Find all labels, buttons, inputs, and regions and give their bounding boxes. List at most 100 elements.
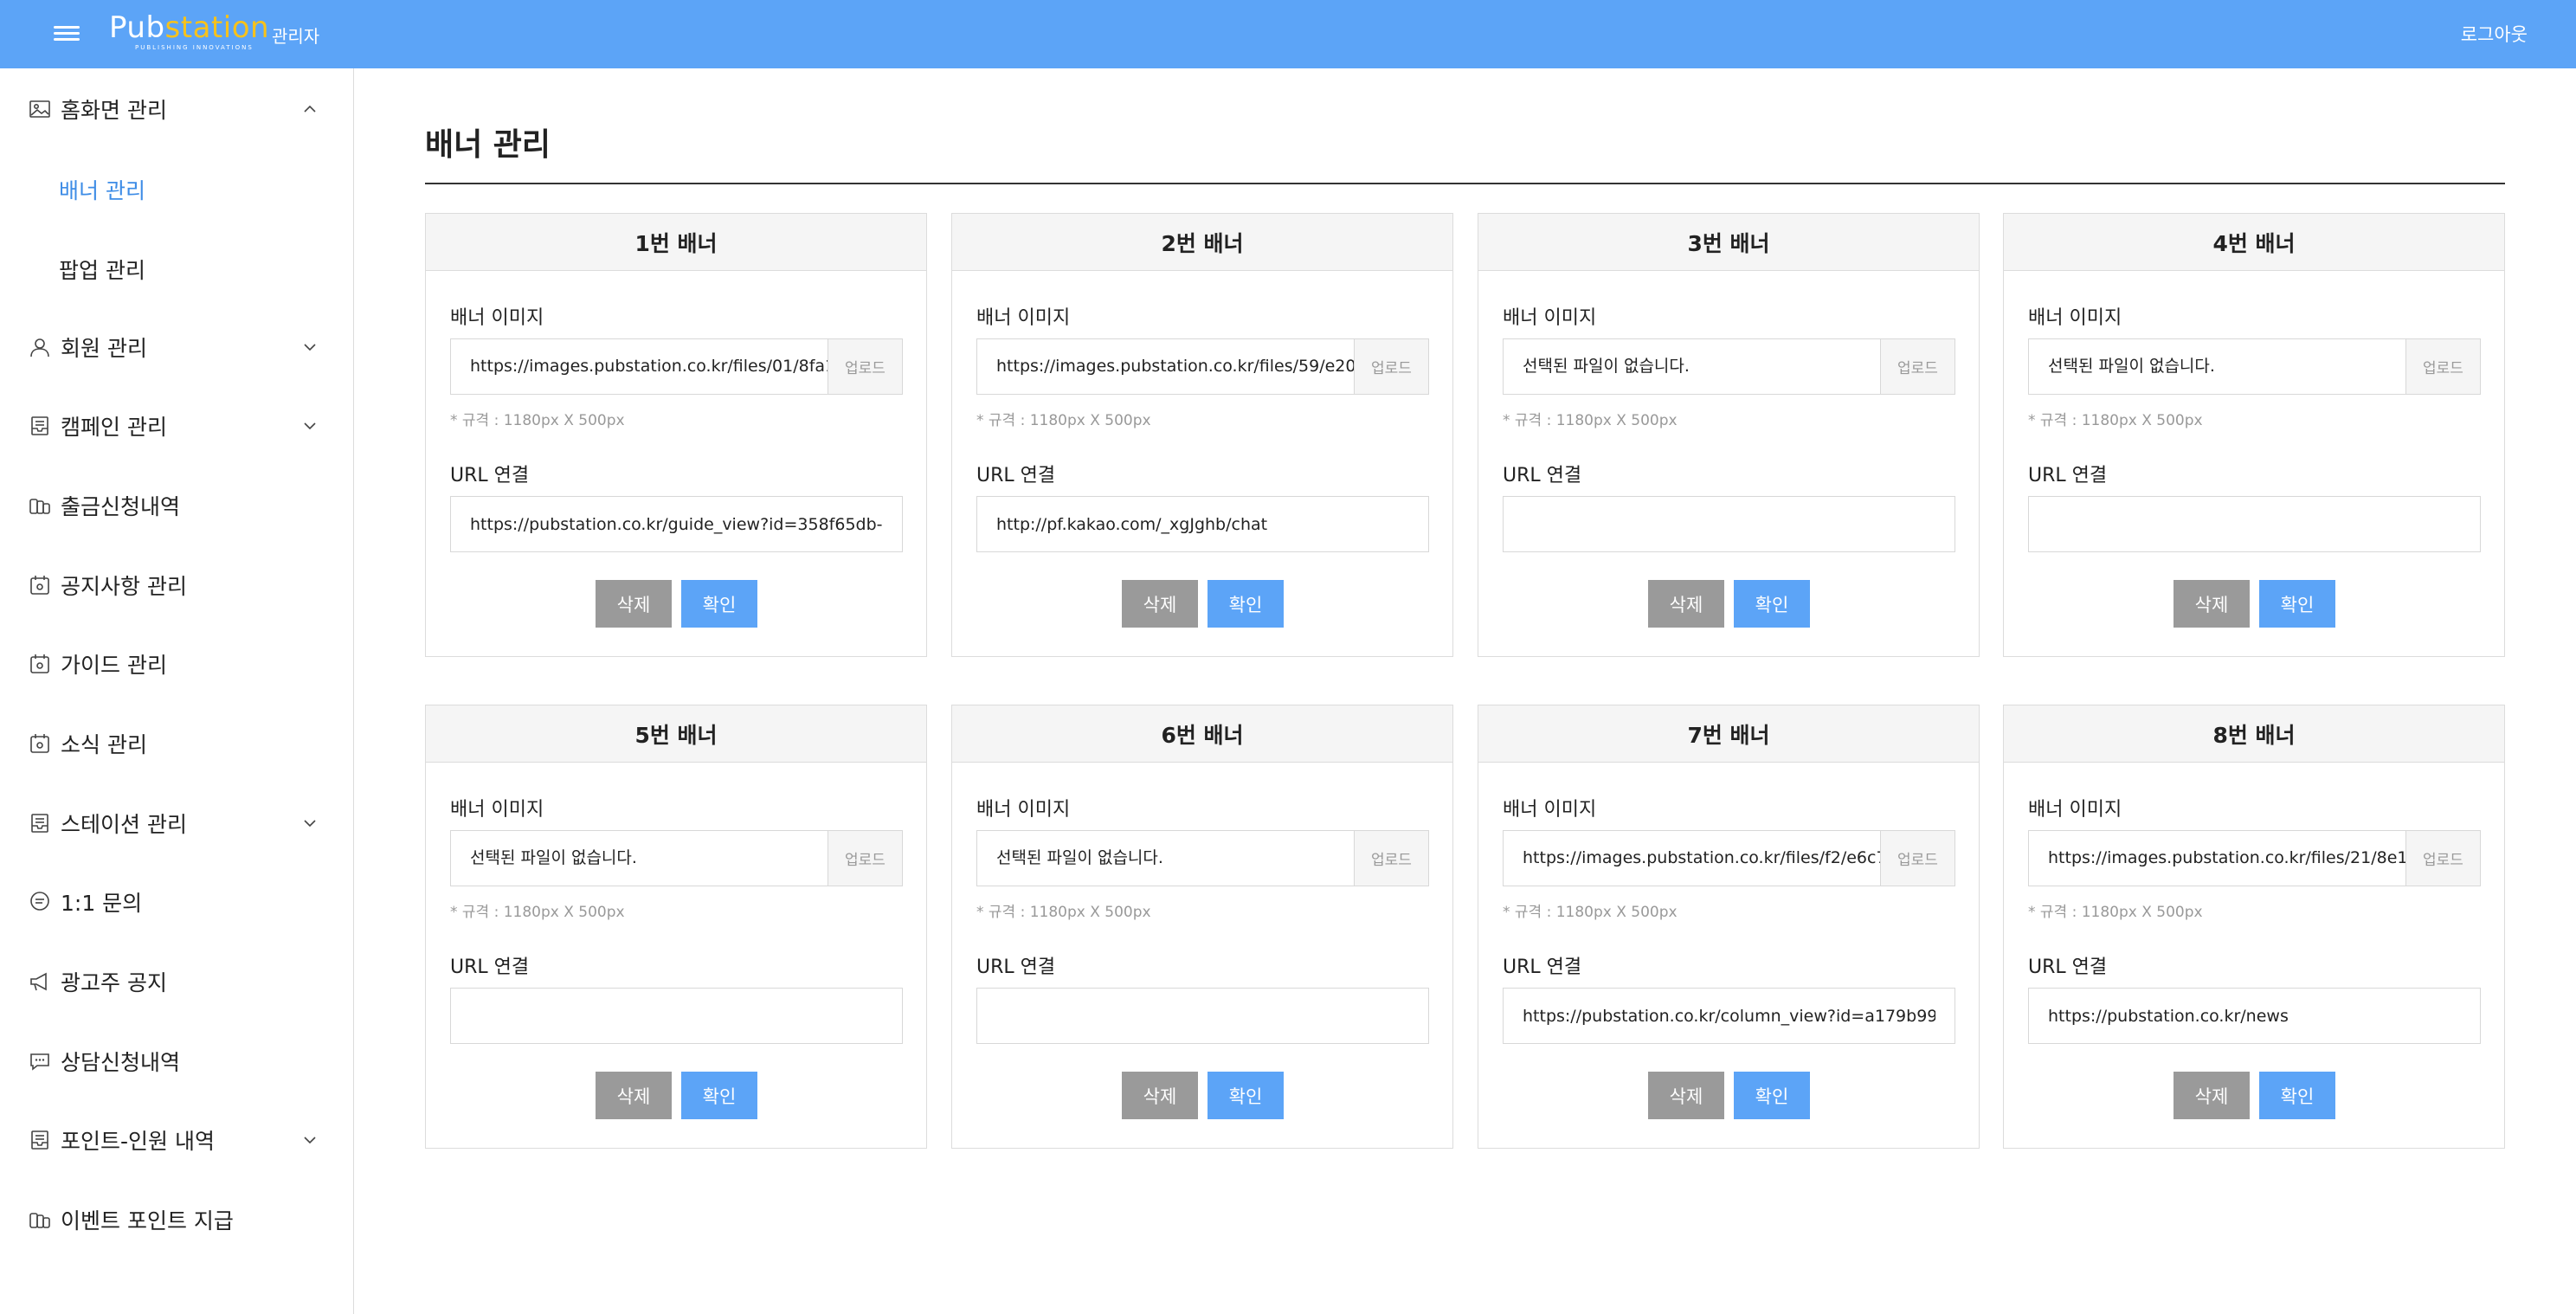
- upload-button[interactable]: 업로드: [1880, 831, 1955, 886]
- confirm-button[interactable]: 확인: [1208, 580, 1284, 628]
- confirm-button[interactable]: 확인: [1208, 1072, 1284, 1119]
- title-divider: [425, 183, 2505, 184]
- delete-button[interactable]: 삭제: [2174, 580, 2250, 628]
- banner-file-name: https://images.pubstation.co.kr/files/f2…: [1523, 848, 1882, 867]
- delete-button[interactable]: 삭제: [596, 1072, 672, 1119]
- calendar-icon: [28, 731, 52, 756]
- spec-note: * 규격 : 1180px X 500px: [2028, 412, 2203, 429]
- banner-image-label: 배너 이미지: [2028, 307, 2122, 329]
- banner-file-field[interactable]: 선택된 파일이 없습니다. 업로드: [450, 830, 903, 886]
- delete-button[interactable]: 삭제: [1122, 580, 1198, 628]
- delete-button[interactable]: 삭제: [596, 580, 672, 628]
- banner-card-7: 7번 배너 배너 이미지 https://images.pubstation.c…: [1478, 705, 1980, 1149]
- top-navbar: Pubstation PUBLISHING INNOVATIONS 관리자 로그…: [0, 0, 2576, 68]
- banner-card-8: 8번 배너 배너 이미지 https://images.pubstation.c…: [2003, 705, 2505, 1149]
- upload-button[interactable]: 업로드: [2405, 339, 2480, 394]
- inbox-icon: [28, 1128, 52, 1152]
- upload-button[interactable]: 업로드: [1880, 339, 1955, 394]
- url-label: URL 연결: [976, 465, 1056, 486]
- user-icon: [28, 335, 52, 359]
- chat-dots-icon: [28, 1049, 52, 1073]
- banner-image-label: 배너 이미지: [450, 307, 544, 329]
- url-input[interactable]: [976, 496, 1429, 552]
- spec-note: * 규격 : 1180px X 500px: [450, 904, 625, 921]
- url-input[interactable]: [2028, 496, 2481, 552]
- calendar-icon: [28, 652, 52, 676]
- url-input[interactable]: [1503, 988, 1955, 1044]
- sidebar-item-advertiser-notice[interactable]: 광고주 공지: [0, 956, 353, 1008]
- confirm-button[interactable]: 확인: [2259, 1072, 2335, 1119]
- banner-image-label: 배너 이미지: [2028, 799, 2122, 821]
- spec-note: * 규격 : 1180px X 500px: [1503, 412, 1678, 429]
- banner-card-title: 3번 배너: [1478, 214, 1979, 271]
- banner-card-6: 6번 배너 배너 이미지 선택된 파일이 없습니다. 업로드 * 규격 : 11…: [951, 705, 1453, 1149]
- hamburger-menu-icon[interactable]: [54, 23, 80, 45]
- banner-card-2: 2번 배너 배너 이미지 https://images.pubstation.c…: [951, 213, 1453, 657]
- sidebar-item-notice[interactable]: 공지사항 관리: [0, 559, 353, 611]
- delete-button[interactable]: 삭제: [2174, 1072, 2250, 1119]
- upload-button[interactable]: 업로드: [1354, 339, 1428, 394]
- sidebar-item-station[interactable]: 스테이션 관리: [0, 797, 353, 849]
- upload-button[interactable]: 업로드: [1354, 831, 1428, 886]
- upload-button[interactable]: 업로드: [2405, 831, 2480, 886]
- url-input[interactable]: [450, 496, 903, 552]
- chevron-down-icon[interactable]: [299, 813, 320, 834]
- banner-file-field[interactable]: https://images.pubstation.co.kr/files/f2…: [1503, 830, 1955, 886]
- url-label: URL 연결: [2028, 465, 2108, 486]
- sidebar-item-inquiry[interactable]: 1:1 문의: [0, 876, 353, 928]
- url-label: URL 연결: [2028, 957, 2108, 978]
- url-label: URL 연결: [1503, 957, 1582, 978]
- banner-file-field[interactable]: 선택된 파일이 없습니다. 업로드: [976, 830, 1429, 886]
- chevron-up-icon[interactable]: [299, 99, 320, 119]
- sidebar-item-withdrawal[interactable]: 출금신청내역: [0, 480, 353, 531]
- banner-file-field[interactable]: https://images.pubstation.co.kr/files/01…: [450, 338, 903, 395]
- confirm-button[interactable]: 확인: [681, 580, 757, 628]
- coins-icon: [28, 493, 52, 518]
- confirm-button[interactable]: 확인: [1734, 1072, 1810, 1119]
- sidebar-item-members[interactable]: 회원 관리: [0, 321, 353, 373]
- chevron-down-icon[interactable]: [299, 1130, 320, 1150]
- url-input[interactable]: [1503, 496, 1955, 552]
- pubstation-logo[interactable]: Pubstation PUBLISHING INNOVATIONS: [109, 12, 269, 55]
- banner-card-title: 4번 배너: [2004, 214, 2504, 271]
- logout-link[interactable]: 로그아웃: [2461, 21, 2528, 47]
- banner-card-title: 8번 배너: [2004, 705, 2504, 763]
- banner-file-field[interactable]: 선택된 파일이 없습니다. 업로드: [1503, 338, 1955, 395]
- sidebar-item-campaign[interactable]: 캠페인 관리: [0, 400, 353, 452]
- banner-file-name: https://images.pubstation.co.kr/files/21…: [2048, 848, 2407, 867]
- confirm-button[interactable]: 확인: [2259, 580, 2335, 628]
- sidebar-item-home[interactable]: 홈화면 관리: [0, 83, 353, 135]
- url-input[interactable]: [2028, 988, 2481, 1044]
- sidebar-item-guide[interactable]: 가이드 관리: [0, 638, 353, 690]
- chevron-down-icon[interactable]: [299, 337, 320, 357]
- chevron-down-icon[interactable]: [299, 415, 320, 436]
- banner-file-field[interactable]: https://images.pubstation.co.kr/files/59…: [976, 338, 1429, 395]
- delete-button[interactable]: 삭제: [1648, 580, 1724, 628]
- delete-button[interactable]: 삭제: [1122, 1072, 1198, 1119]
- url-label: URL 연결: [1503, 465, 1582, 486]
- megaphone-icon: [28, 969, 52, 994]
- coins-icon: [28, 1208, 52, 1232]
- sidebar-item-news[interactable]: 소식 관리: [0, 718, 353, 770]
- banner-file-field[interactable]: 선택된 파일이 없습니다. 업로드: [2028, 338, 2481, 395]
- banner-file-name: https://images.pubstation.co.kr/files/01…: [470, 357, 829, 376]
- banner-image-label: 배너 이미지: [976, 799, 1071, 821]
- sidebar-item-event-points[interactable]: 이벤트 포인트 지급: [0, 1194, 353, 1246]
- confirm-button[interactable]: 확인: [1734, 580, 1810, 628]
- sidebar-subitem-popup[interactable]: 팝업 관리: [59, 254, 145, 285]
- banner-card-title: 6번 배너: [952, 705, 1452, 763]
- url-input[interactable]: [450, 988, 903, 1044]
- spec-note: * 규격 : 1180px X 500px: [976, 904, 1151, 921]
- upload-button[interactable]: 업로드: [828, 831, 902, 886]
- sidebar-item-consultation[interactable]: 상담신청내역: [0, 1035, 353, 1087]
- url-input[interactable]: [976, 988, 1429, 1044]
- sidebar-item-points[interactable]: 포인트-인원 내역: [0, 1114, 353, 1166]
- delete-button[interactable]: 삭제: [1648, 1072, 1724, 1119]
- banner-file-name: 선택된 파일이 없습니다.: [470, 848, 637, 867]
- upload-button[interactable]: 업로드: [828, 339, 902, 394]
- confirm-button[interactable]: 확인: [681, 1072, 757, 1119]
- image-icon: [28, 97, 52, 121]
- sidebar-subitem-banner[interactable]: 배너 관리: [59, 174, 145, 205]
- spec-note: * 규격 : 1180px X 500px: [976, 412, 1151, 429]
- banner-file-field[interactable]: https://images.pubstation.co.kr/files/21…: [2028, 830, 2481, 886]
